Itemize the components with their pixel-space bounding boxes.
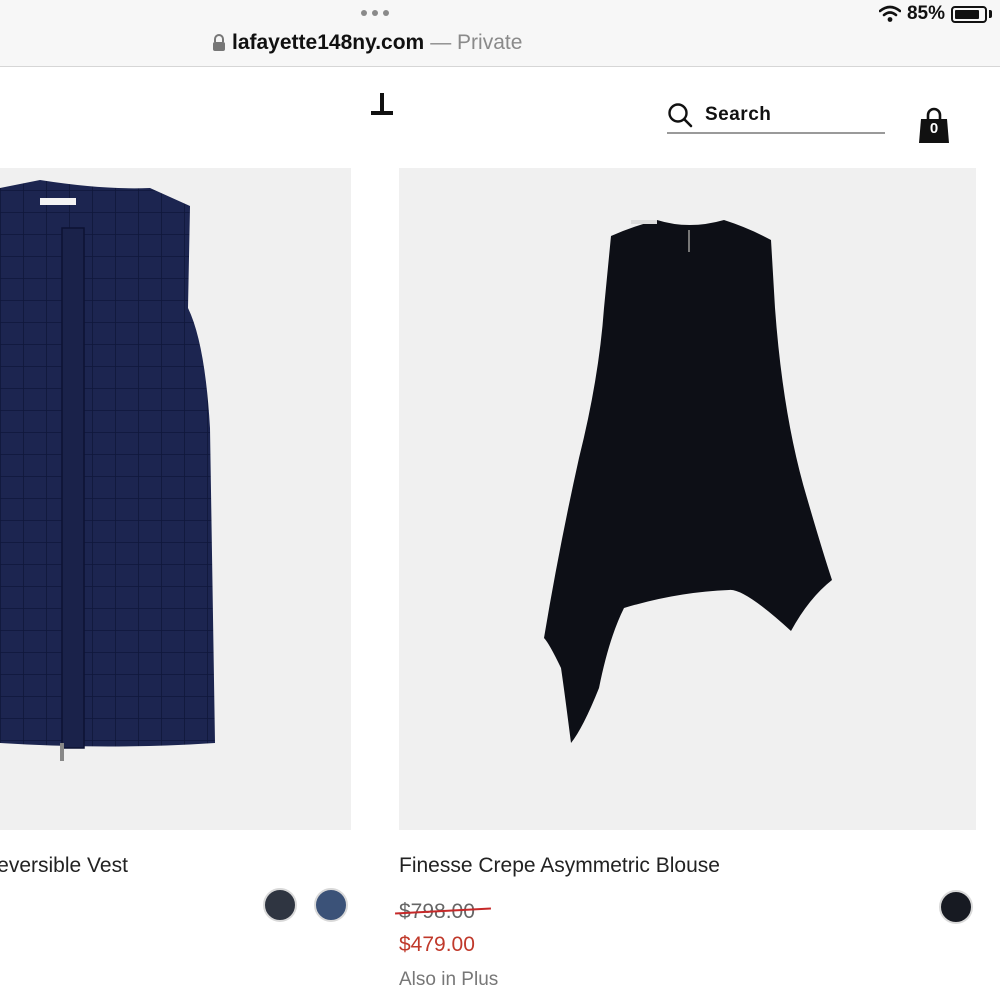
search-label: Search bbox=[705, 104, 772, 125]
color-swatch[interactable] bbox=[263, 888, 297, 922]
product-image[interactable] bbox=[0, 168, 351, 830]
site-logo[interactable] bbox=[371, 93, 393, 115]
product-card[interactable]: Finesse Crepe Asymmetric Blouse $798.00 … bbox=[395, 168, 976, 990]
battery-tip bbox=[989, 10, 992, 18]
sale-price: $479.00 bbox=[399, 933, 475, 956]
also-in-plus-link[interactable]: Also in Plus bbox=[399, 969, 498, 991]
battery-icon bbox=[951, 5, 987, 23]
url-text: lafayette148ny.com bbox=[232, 31, 425, 54]
product-card[interactable]: Reversible Vest bbox=[0, 168, 351, 922]
product-image[interactable] bbox=[399, 168, 976, 830]
cart-button[interactable]: 0 bbox=[918, 107, 950, 145]
lock-icon bbox=[213, 34, 225, 51]
search-field[interactable]: Search bbox=[667, 98, 885, 134]
browser-chrome: 85% lafayette148ny.com — Private bbox=[0, 0, 1000, 67]
more-dots-icon[interactable] bbox=[357, 6, 393, 20]
battery-percent: 85% bbox=[906, 3, 945, 24]
private-label: — Private bbox=[430, 31, 523, 54]
status-bar: 85% bbox=[878, 3, 992, 25]
battery-fill bbox=[955, 9, 979, 19]
address-bar[interactable]: lafayette148ny.com — Private bbox=[212, 31, 522, 55]
product-name[interactable]: Reversible Vest bbox=[0, 854, 128, 878]
color-swatch[interactable] bbox=[314, 888, 348, 922]
product-name[interactable]: Finesse Crepe Asymmetric Blouse bbox=[399, 854, 720, 878]
blouse-illustration bbox=[544, 220, 832, 743]
vest-illustration bbox=[0, 180, 215, 761]
cart-count: 0 bbox=[929, 120, 939, 137]
wifi-icon bbox=[878, 5, 901, 22]
color-swatch[interactable] bbox=[939, 890, 973, 924]
search-icon bbox=[668, 103, 693, 128]
